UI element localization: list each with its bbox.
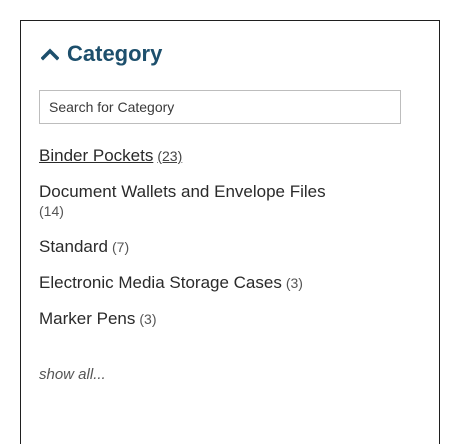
- category-item-count: (3): [285, 275, 303, 291]
- category-filter-toggle[interactable]: Category: [40, 41, 163, 67]
- category-item-document-wallets[interactable]: Document Wallets and Envelope Files (14): [39, 182, 429, 221]
- category-item-label: Binder Pockets: [39, 146, 154, 165]
- category-list: Binder Pockets (23) Document Wallets and …: [39, 146, 429, 329]
- category-item-binder-pockets[interactable]: Binder Pockets (23): [39, 146, 429, 166]
- category-search-input[interactable]: [39, 90, 401, 124]
- category-filter-panel: Category Binder Pockets(23) Document Wal…: [20, 20, 440, 444]
- category-item-count: (23): [157, 148, 183, 164]
- category-item-marker-pens[interactable]: Marker Pens (3): [39, 309, 429, 329]
- category-filter-title: Category: [67, 41, 163, 66]
- category-item-electronic-media[interactable]: Electronic Media Storage Cases (3): [39, 273, 429, 293]
- category-item-label: Document Wallets and Envelope Files: [39, 182, 326, 201]
- category-item-count: (7): [112, 239, 130, 255]
- category-item-count: (3): [139, 311, 157, 327]
- category-item-label: Marker Pens: [39, 309, 136, 328]
- category-item-standard[interactable]: Standard (7): [39, 237, 429, 257]
- category-item-count: (14): [39, 203, 64, 219]
- category-item-label: Standard: [39, 237, 108, 256]
- show-all-link[interactable]: show all...: [39, 366, 106, 383]
- chevron-up-icon: [40, 47, 60, 61]
- category-item-label: Electronic Media Storage Cases: [39, 273, 282, 292]
